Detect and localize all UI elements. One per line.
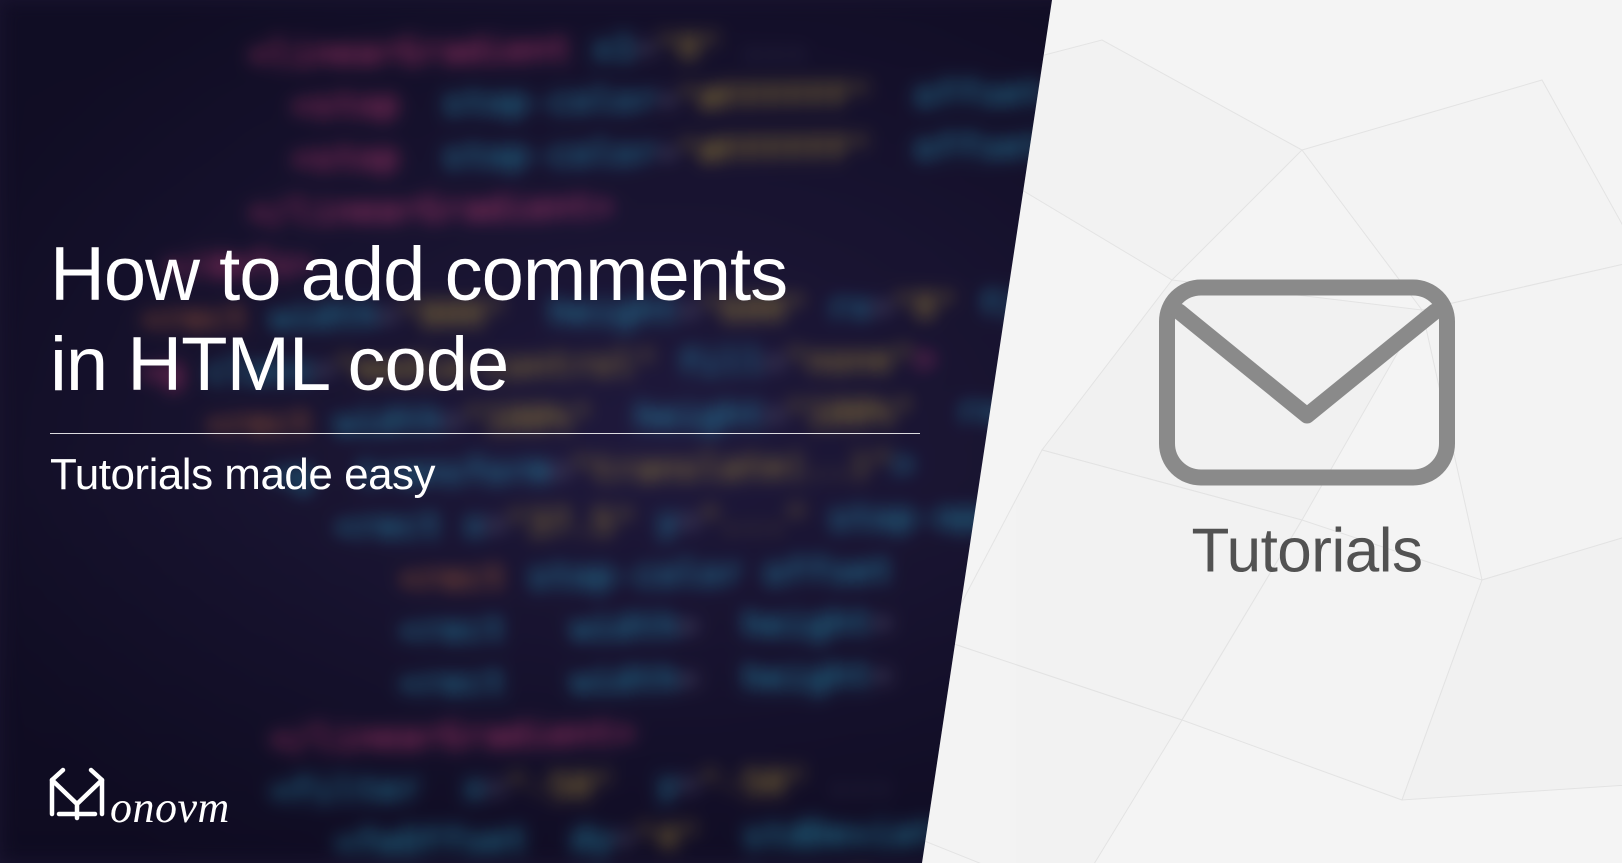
title-line-2: in HTML code [50,322,508,407]
brand-name: onovm [110,782,230,833]
headline-block: How to add comments in HTML code Tutoria… [50,230,970,500]
monovm-m-logo-icon [48,764,106,822]
category-block: Tutorials [1157,277,1457,586]
tutorial-banner: <linearGradient x1="0" ... <stop stop-co… [0,0,1622,863]
envelope-icon [1157,277,1457,487]
page-title: How to add comments in HTML code [50,230,970,409]
title-line-1: How to add comments [50,232,787,317]
brand-logo-block: onovm [48,764,230,833]
page-subtitle: Tutorials made easy [50,450,970,500]
category-label: Tutorials [1192,515,1423,586]
title-divider [50,433,920,434]
